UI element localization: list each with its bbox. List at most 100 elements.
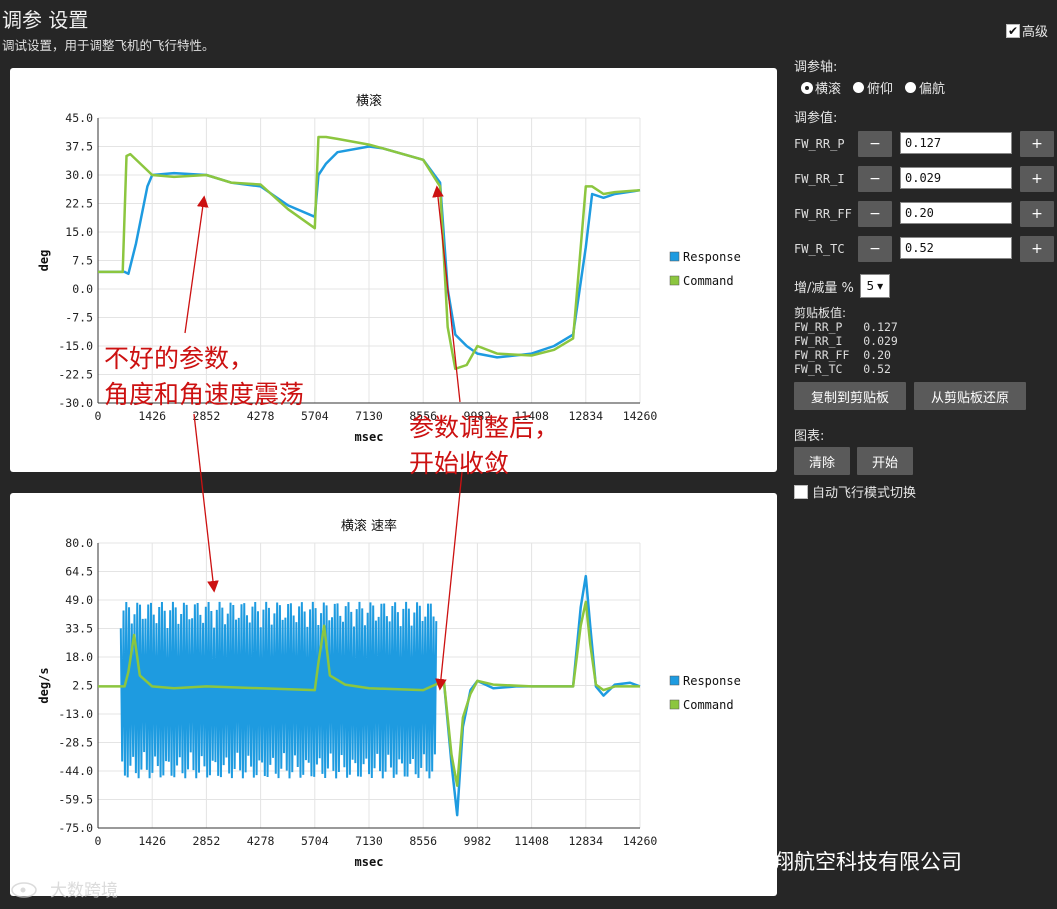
legend-swatch bbox=[669, 275, 680, 286]
x-tick-label: 11408 bbox=[514, 834, 549, 848]
legend-swatch bbox=[669, 251, 680, 262]
y-tick-label: 0.0 bbox=[72, 282, 93, 296]
annotation-line: 参数调整后， bbox=[409, 413, 560, 442]
clipboard-line: FW_RR_FF 0.20 bbox=[794, 348, 891, 362]
increase-button[interactable]: + bbox=[1020, 201, 1054, 227]
param-name: FW_RR_P bbox=[794, 137, 845, 151]
step-percent-select[interactable]: 5 ▾ bbox=[859, 274, 890, 298]
y-tick-label: -30.0 bbox=[58, 396, 93, 410]
watermark-company: 北京大翔航空科技有限公司 bbox=[676, 846, 962, 876]
param-value-input[interactable]: 0.20 bbox=[900, 202, 1012, 224]
x-tick-label: 0 bbox=[95, 834, 102, 848]
y-tick-label: 18.0 bbox=[65, 650, 93, 664]
decrease-button[interactable]: − bbox=[858, 166, 892, 192]
axis-radio-label: 俯仰 bbox=[867, 82, 894, 97]
param-row-fw-rr-ff: FW_RR_FF − 0.20 + bbox=[794, 201, 1056, 227]
y-tick-label: -15.0 bbox=[58, 339, 93, 353]
watermark-left: 大数跨境 bbox=[10, 876, 118, 901]
axis-radio-yaw[interactable]: 偏航 bbox=[905, 78, 945, 97]
auto-mode-switch-row[interactable]: 自动飞行模式切换 bbox=[794, 482, 916, 501]
radio-unselected-icon bbox=[853, 82, 865, 93]
x-tick-label: 12834 bbox=[568, 409, 603, 423]
increase-button[interactable]: + bbox=[1020, 131, 1054, 157]
decrease-button[interactable]: − bbox=[858, 131, 892, 157]
auto-mode-switch-label: 自动飞行模式切换 bbox=[812, 486, 917, 501]
roll-rate-chart: 80.0 64.5 49.0 33.5 18.0 2.5 -13.0 -28.5 -44.0 -5… bbox=[10, 493, 777, 896]
tuning-axis-radios: 横滚 俯仰 偏航 bbox=[802, 78, 945, 97]
y-tick-label: -28.5 bbox=[58, 736, 93, 750]
watermark-company-text: 北京大翔航空科技有限公司 bbox=[710, 850, 962, 874]
chart-title: 横滚 bbox=[356, 93, 382, 109]
y-tick-label: 64.5 bbox=[65, 565, 93, 579]
chart-section-label: 图表: bbox=[794, 429, 825, 444]
x-tick-label: 5704 bbox=[301, 834, 329, 848]
x-tick-label: 8556 bbox=[409, 834, 437, 848]
auto-mode-switch-checkbox[interactable] bbox=[794, 484, 808, 499]
annotation-converging: 参数调整后， 开始收敛 bbox=[409, 410, 559, 482]
annotation-line: 开始收敛 bbox=[409, 449, 510, 478]
y-tick-label: 2.5 bbox=[72, 679, 93, 693]
param-row-fw-rr-p: FW_RR_P − 0.127 + bbox=[794, 131, 1056, 157]
y-tick-label: 49.0 bbox=[65, 593, 93, 607]
param-name: FW_RR_FF bbox=[794, 207, 852, 221]
radio-unselected-icon bbox=[905, 82, 917, 93]
increase-button[interactable]: + bbox=[1020, 166, 1054, 192]
axis-radio-label: 偏航 bbox=[919, 82, 946, 97]
y-tick-label: -13.0 bbox=[58, 707, 93, 721]
axis-radio-roll[interactable]: 横滚 bbox=[802, 78, 841, 97]
annotation-line: 角度和角速度震荡 bbox=[104, 380, 305, 409]
x-tick-label: 0 bbox=[95, 409, 102, 423]
legend-swatch bbox=[669, 699, 680, 710]
y-tick-label: 15.0 bbox=[65, 225, 93, 239]
decrease-button[interactable]: − bbox=[858, 201, 892, 227]
legend-swatch bbox=[669, 675, 680, 686]
y-axis-label: deg/s bbox=[37, 667, 51, 703]
x-tick-label: 1426 bbox=[138, 834, 166, 848]
x-axis-label: msec bbox=[355, 855, 384, 869]
y-tick-label: 45.0 bbox=[65, 111, 93, 125]
x-tick-label: 7130 bbox=[355, 834, 383, 848]
x-tick-label: 14260 bbox=[623, 409, 658, 423]
annotation-line: 不好的参数， bbox=[104, 344, 255, 373]
tuning-values-label: 调参值: bbox=[794, 111, 838, 126]
param-value-input[interactable]: 0.52 bbox=[900, 237, 1012, 259]
y-tick-label: 33.5 bbox=[65, 622, 93, 636]
step-percent-value: 5 bbox=[866, 279, 875, 293]
x-tick-label: 12834 bbox=[568, 834, 603, 848]
y-tick-label: 30.0 bbox=[65, 168, 93, 182]
y-tick-label: 80.0 bbox=[65, 536, 93, 550]
advanced-toggle[interactable]: ✔ 高级 bbox=[1006, 21, 1048, 40]
tuning-axis-label: 调参轴: bbox=[794, 60, 838, 75]
y-tick-label: -75.0 bbox=[58, 821, 93, 835]
param-row-fw-r-tc: FW_R_TC − 0.52 + bbox=[794, 236, 1056, 262]
copy-to-clipboard-button[interactable]: 复制到剪贴板 bbox=[794, 382, 906, 410]
legend-label: Command bbox=[683, 698, 734, 712]
increase-button[interactable]: + bbox=[1020, 236, 1054, 262]
param-row-fw-rr-i: FW_RR_I − 0.029 + bbox=[794, 166, 1056, 192]
y-tick-label: -7.5 bbox=[65, 311, 93, 325]
caret-down-icon: ▾ bbox=[877, 279, 884, 293]
x-tick-label: 2852 bbox=[193, 834, 221, 848]
x-tick-label: 9982 bbox=[464, 834, 492, 848]
x-tick-label: 5704 bbox=[301, 409, 329, 423]
x-tick-label: 7130 bbox=[355, 409, 383, 423]
y-tick-label: -59.5 bbox=[58, 793, 93, 807]
restore-from-clipboard-button[interactable]: 从剪贴板还原 bbox=[914, 382, 1026, 410]
axis-radio-label: 横滚 bbox=[815, 82, 842, 97]
clipboard-label: 剪贴板值: bbox=[794, 306, 847, 320]
wechat-icon bbox=[676, 850, 704, 872]
advanced-checkbox[interactable]: ✔ bbox=[1006, 23, 1020, 38]
param-value-input[interactable]: 0.127 bbox=[900, 132, 1012, 154]
param-value-input[interactable]: 0.029 bbox=[900, 167, 1012, 189]
clear-chart-button[interactable]: 清除 bbox=[794, 447, 850, 475]
legend-label: Response bbox=[683, 250, 741, 264]
axis-radio-pitch[interactable]: 俯仰 bbox=[853, 78, 893, 97]
decrease-button[interactable]: − bbox=[858, 236, 892, 262]
legend-label: Command bbox=[683, 274, 734, 288]
x-tick-label: 14260 bbox=[623, 834, 658, 848]
y-tick-label: -44.0 bbox=[58, 764, 93, 778]
start-chart-button[interactable]: 开始 bbox=[857, 447, 913, 475]
y-tick-label: -22.5 bbox=[58, 368, 93, 382]
advanced-label: 高级 bbox=[1022, 25, 1049, 40]
radio-selected-icon bbox=[802, 82, 812, 93]
